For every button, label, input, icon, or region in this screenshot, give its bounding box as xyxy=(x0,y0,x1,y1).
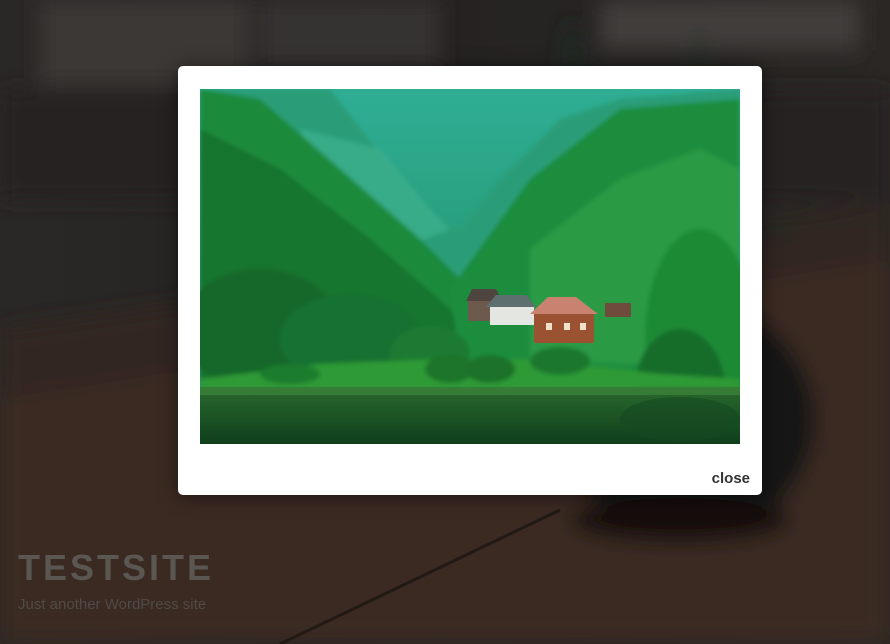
lightbox-image xyxy=(200,89,740,444)
lightbox-dialog: close xyxy=(178,66,762,495)
page: TESTSITE Just another WordPress site clo… xyxy=(0,0,890,644)
close-button[interactable]: close xyxy=(712,470,750,487)
